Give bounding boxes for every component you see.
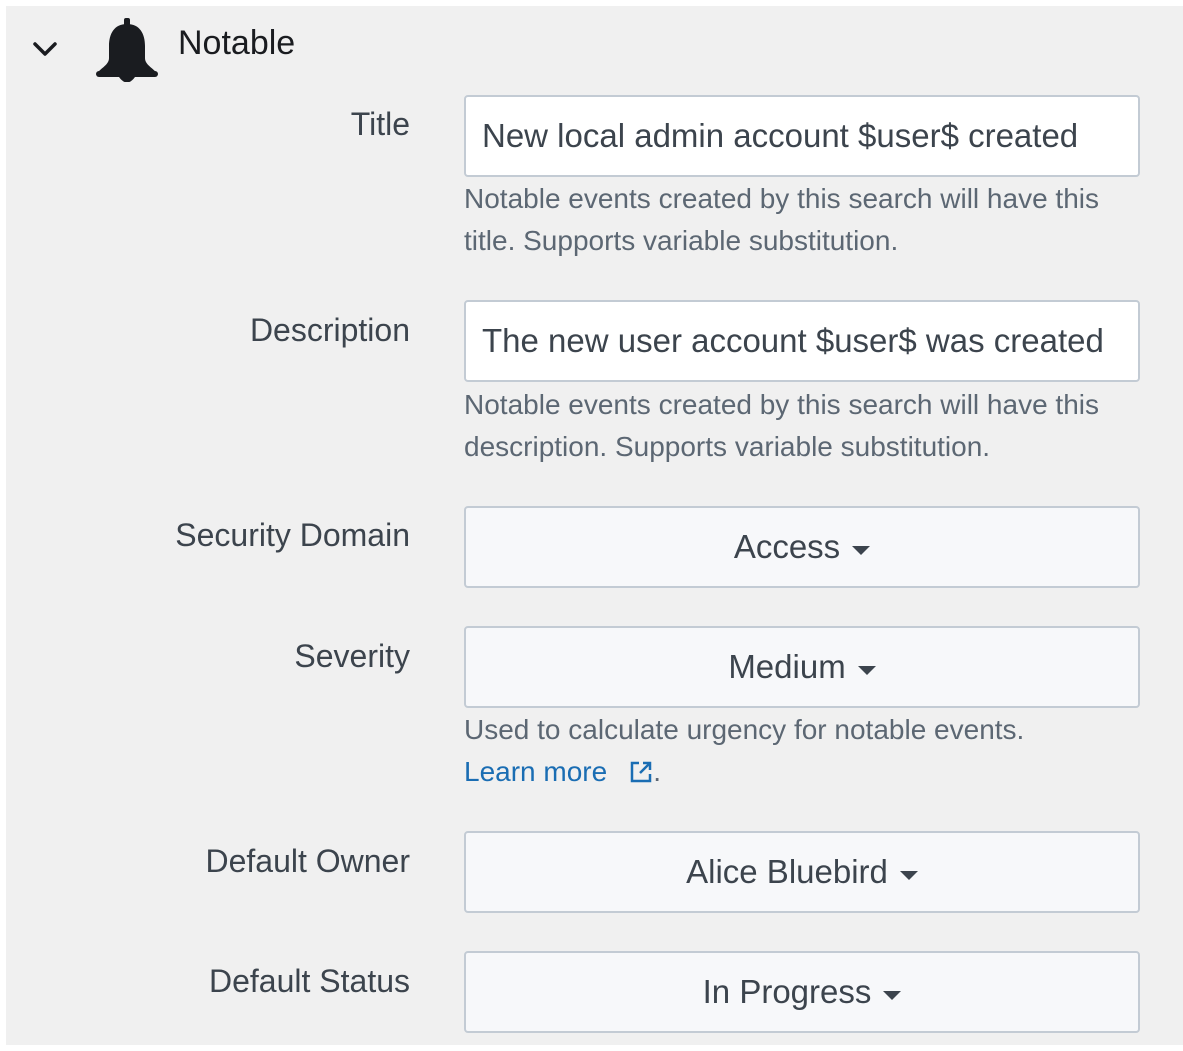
severity-learn-more-line: Learn more . <box>464 751 1154 796</box>
description-label: Description <box>249 312 410 348</box>
caret-down-icon <box>857 665 876 675</box>
notable-panel: Notable Title New local admin account $u… <box>6 6 1183 1045</box>
notable-section-toggle[interactable]: Notable <box>30 14 295 84</box>
severity-label: Severity <box>294 638 410 674</box>
caret-down-icon <box>883 990 902 1000</box>
default-owner-dropdown[interactable]: Alice Bluebird <box>464 831 1140 913</box>
learn-more-period: . <box>653 756 661 787</box>
description-input-value: The new user account $user$ was created <box>482 322 1104 359</box>
external-link-icon <box>629 754 653 796</box>
description-input[interactable]: The new user account $user$ was created <box>464 300 1140 382</box>
caret-down-icon <box>899 870 918 880</box>
security-domain-dropdown[interactable]: Access <box>464 506 1140 588</box>
section-title: Notable <box>178 23 296 62</box>
security-domain-label: Security Domain <box>175 517 410 553</box>
severity-help-text: Used to calculate urgency for notable ev… <box>464 714 1025 745</box>
default-status-value: In Progress <box>702 973 872 1010</box>
severity-help: Used to calculate urgency for notable ev… <box>464 709 1154 796</box>
caret-down-icon <box>852 545 871 555</box>
default-status-dropdown[interactable]: In Progress <box>464 951 1140 1033</box>
title-help-text: Notable events created by this search wi… <box>464 183 1099 256</box>
bell-icon <box>94 16 160 82</box>
default-owner-value: Alice Bluebird <box>686 853 888 890</box>
chevron-down-icon[interactable] <box>30 34 60 64</box>
description-help-text: Notable events created by this search wi… <box>464 389 1099 462</box>
title-input-value: New local admin account $user$ created <box>482 117 1079 154</box>
severity-dropdown[interactable]: Medium <box>464 626 1140 708</box>
severity-value: Medium <box>728 648 846 685</box>
learn-more-link[interactable]: Learn more <box>464 756 653 787</box>
default-status-label: Default Status <box>209 963 410 999</box>
default-owner-label: Default Owner <box>205 843 410 879</box>
title-label: Title <box>350 106 410 142</box>
title-input[interactable]: New local admin account $user$ created <box>464 95 1140 177</box>
security-domain-value: Access <box>733 528 841 565</box>
